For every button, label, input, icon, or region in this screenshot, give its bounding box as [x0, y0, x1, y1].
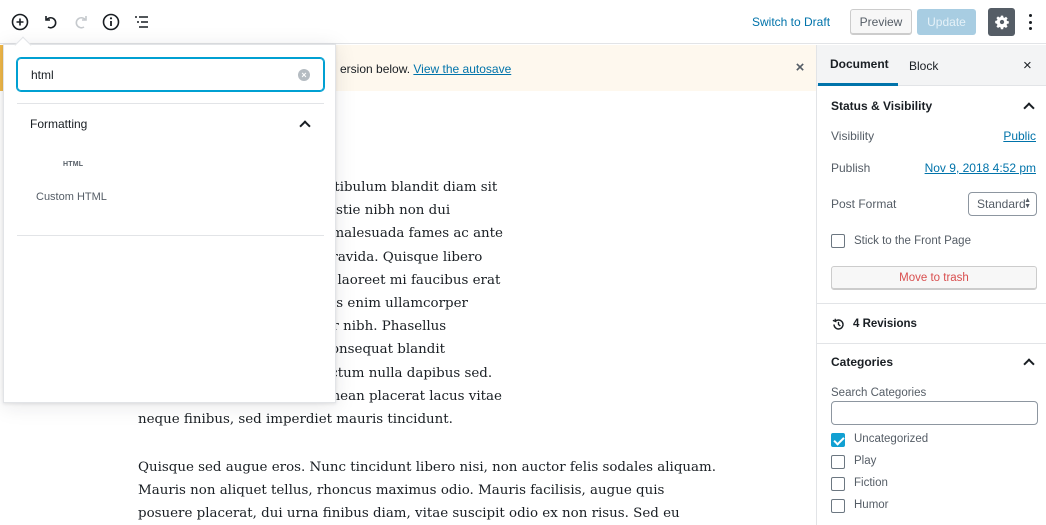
divider [17, 103, 324, 104]
update-button[interactable]: Update [917, 9, 976, 35]
visibility-link[interactable]: Public [1003, 129, 1036, 143]
clear-search-icon[interactable]: × [298, 69, 310, 81]
settings-sidebar: Document Block × Status & Visibility Vis… [816, 45, 1046, 525]
block-navigation-icon [135, 16, 148, 28]
publish-date-link[interactable]: Nov 9, 2018 4:52 pm [925, 161, 1036, 175]
more-vertical-icon [1028, 14, 1032, 17]
stick-to-front-checkbox[interactable] [831, 234, 845, 248]
more-vertical-icon-dot [1028, 27, 1032, 30]
paragraph-line: Quisque sed augue eros. Nunc tincidunt l… [138, 460, 716, 475]
publish-label: Publish [831, 161, 871, 175]
category-checkbox-humor[interactable] [831, 499, 845, 513]
category-checkbox-play[interactable] [831, 455, 845, 469]
block-search-input[interactable] [31, 67, 291, 82]
select-arrows-icon: ▲ ▼ [1024, 197, 1031, 210]
redo-button[interactable] [70, 11, 92, 33]
switch-to-draft-link[interactable]: Switch to Draft [752, 15, 830, 29]
chevron-up-icon [1023, 358, 1035, 370]
tab-document[interactable]: Document [818, 45, 898, 86]
paragraph-line: Mauris non aliquet tellus, rhoncus maxim… [138, 483, 665, 499]
info-icon [102, 13, 120, 31]
notice-message: ersion below. [340, 62, 411, 76]
category-checkbox-uncategorized[interactable] [831, 433, 845, 447]
category-title: Formatting [30, 117, 88, 131]
post-format-value: Standard [977, 197, 1026, 211]
block-navigation-button[interactable] [130, 11, 152, 33]
block-item-custom-html[interactable]: HTML Custom HTML [27, 153, 117, 213]
info-button[interactable] [100, 11, 122, 33]
move-to-trash-button[interactable]: Move to trash [831, 266, 1037, 290]
block-inserter-popover: × Formatting HTML Custom HTML [3, 36, 336, 403]
panel-title: Categories [831, 355, 894, 369]
sidebar-tabs: Document Block × [817, 45, 1046, 86]
paragraph-block[interactable]: Quisque sed augue eros. Nunc tincidunt l… [138, 456, 716, 525]
notice-close-button[interactable]: × [792, 60, 808, 76]
html-icon: HTML [63, 161, 84, 168]
close-sidebar-button[interactable]: × [1023, 57, 1032, 74]
search-categories-label: Search Categories [831, 387, 927, 399]
gear-icon [994, 15, 1009, 30]
visibility-label: Visibility [831, 129, 875, 143]
categories-panel-toggle[interactable]: Categories [817, 344, 1046, 380]
post-format-select[interactable]: Standard ▲ ▼ [968, 192, 1037, 216]
status-visibility-panel-toggle[interactable]: Status & Visibility [817, 88, 1046, 124]
search-categories-input[interactable] [831, 401, 1038, 425]
revisions-link[interactable]: 4 Revisions [831, 315, 917, 333]
revisions-label: 4 Revisions [853, 318, 917, 330]
divider [817, 303, 1046, 304]
paragraph-line: posuere placerat, dui urna finibus diam,… [138, 506, 680, 522]
category-label: Humor [854, 499, 889, 511]
add-block-icon [11, 13, 29, 31]
settings-button[interactable] [988, 8, 1015, 36]
category-label: Fiction [854, 477, 888, 489]
post-format-label: Post Format [831, 197, 897, 211]
chevron-up-icon [299, 120, 311, 132]
add-block-button[interactable] [9, 11, 31, 33]
notice-text: ersion below. View the autosave [340, 62, 511, 76]
divider [17, 235, 324, 236]
undo-button[interactable] [40, 11, 62, 33]
undo-icon [45, 16, 57, 29]
panel-title: Status & Visibility [831, 99, 933, 113]
category-label: Play [854, 455, 877, 467]
editor-toolbar: Switch to Draft Preview Update [0, 0, 1046, 44]
more-options-button[interactable] [1023, 12, 1037, 32]
view-autosave-link[interactable]: View the autosave [413, 62, 511, 76]
block-search-field[interactable]: × [17, 58, 324, 91]
more-vertical-icon-dot [1028, 20, 1032, 24]
category-label: Uncategorized [854, 433, 929, 445]
category-checkbox-fiction[interactable] [831, 477, 845, 491]
tab-block[interactable]: Block [909, 45, 938, 86]
block-item-label: Custom HTML [36, 191, 107, 203]
preview-button[interactable]: Preview [850, 9, 912, 35]
chevron-up-icon [1023, 102, 1035, 114]
paragraph-line: neque finibus, sed imperdiet mauris tinc… [138, 412, 453, 428]
formatting-category-toggle[interactable]: Formatting [17, 107, 324, 141]
redo-icon [75, 16, 87, 29]
revisions-history-icon [832, 318, 844, 330]
stick-to-front-label: Stick to the Front Page [854, 235, 971, 247]
